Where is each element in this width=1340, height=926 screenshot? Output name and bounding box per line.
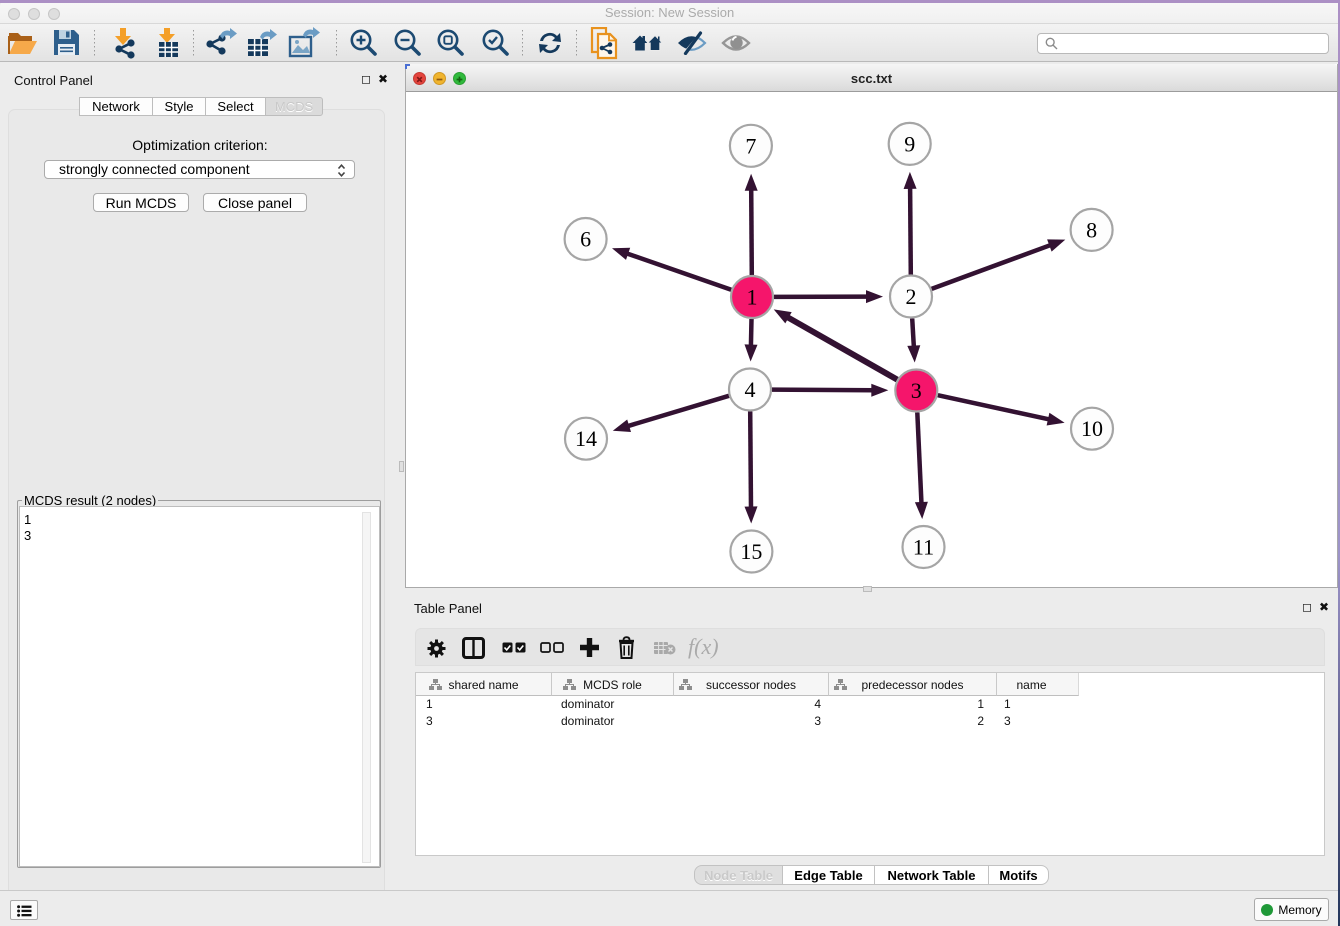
svg-text:7: 7: [745, 133, 756, 158]
svg-text:14: 14: [575, 426, 597, 451]
svg-text:10: 10: [1081, 416, 1103, 441]
svg-text:1: 1: [747, 285, 758, 310]
svg-text:8: 8: [1086, 217, 1097, 242]
svg-text:3: 3: [911, 378, 922, 403]
svg-text:15: 15: [740, 539, 762, 564]
svg-text:4: 4: [745, 377, 756, 402]
svg-text:2: 2: [906, 284, 917, 309]
svg-text:6: 6: [580, 227, 591, 252]
svg-text:11: 11: [913, 535, 934, 560]
svg-text:9: 9: [904, 131, 915, 156]
